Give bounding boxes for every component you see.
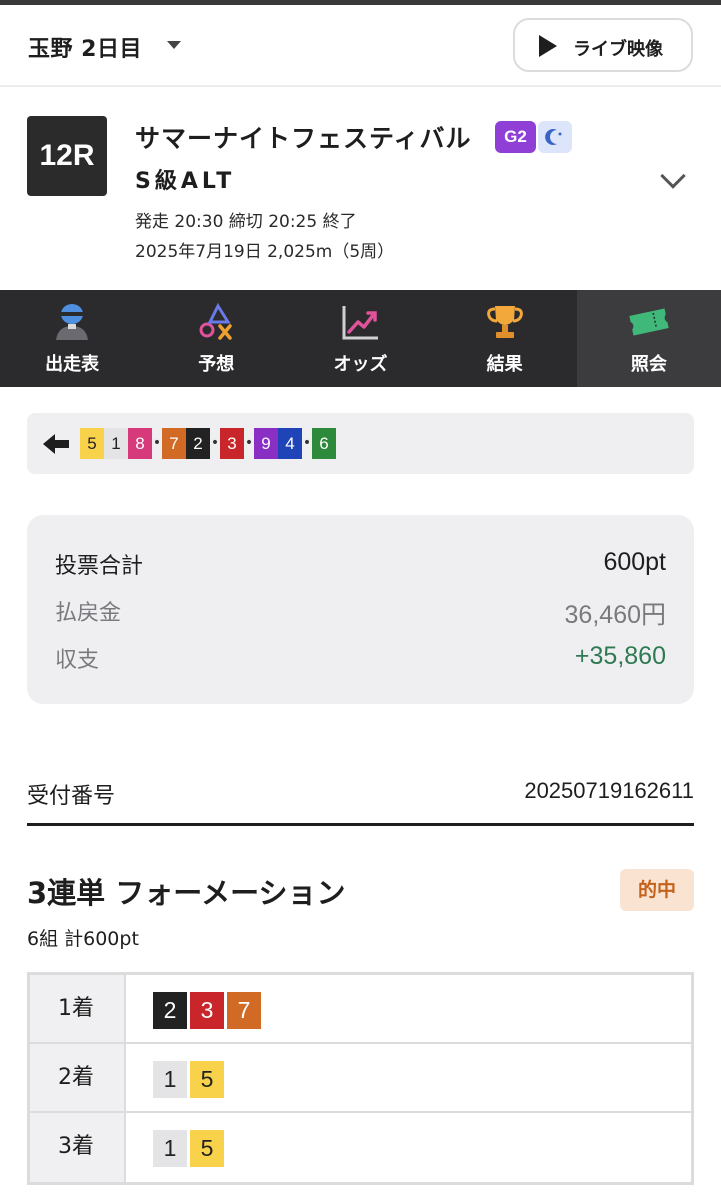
payout-row: 払戻金 36,460円: [55, 595, 666, 629]
pick-bike-number: 5: [190, 1130, 224, 1167]
pick-bike-number: 2: [153, 992, 187, 1029]
vote-total-row: 投票合計 600pt: [55, 548, 666, 579]
finish-order-bike-number: 6: [312, 428, 336, 459]
racer-icon: [56, 304, 89, 340]
tab-result[interactable]: 結果: [433, 290, 577, 387]
separator-dot: •: [210, 435, 220, 451]
tab-odds[interactable]: オッズ: [288, 290, 432, 387]
finish-order-bike-number: 3: [220, 428, 244, 459]
tab-inquiry[interactable]: 照会: [576, 290, 721, 387]
finish-order-sequence: 5 1 8 • 7 2 • 3 • 9 4 • 6: [80, 428, 336, 459]
finish-order-strip: 5 1 8 • 7 2 • 3 • 9 4 • 6: [27, 413, 694, 474]
bet-combination-summary: 6組 計600pt: [27, 928, 139, 950]
pick-bike-number: 5: [190, 1061, 224, 1098]
race-number: 12R: [27, 116, 107, 196]
receipt-number-value: 20250719162611: [524, 778, 694, 803]
live-video-button[interactable]: ライブ映像: [513, 18, 693, 72]
vote-total-label: 投票合計: [55, 554, 144, 579]
finish-order-bike-number: 2: [186, 428, 210, 459]
hit-status-badge: 的中: [620, 869, 694, 911]
payout-summary-card: 投票合計 600pt 払戻金 36,460円 収支 +35,860: [27, 515, 694, 704]
trophy-icon: [486, 306, 523, 338]
bet-type-title: 3連単 フォーメーション: [27, 876, 346, 910]
balance-row: 収支 +35,860: [55, 642, 666, 673]
receipt-number-row: 受付番号 20250719162611: [27, 774, 694, 826]
grade-badge: G2: [495, 121, 536, 153]
formation-position-label: 3着: [30, 1113, 126, 1182]
ticket-icon: [629, 308, 669, 336]
race-schedule: 発走 20:30 締切 20:25 終了: [135, 212, 357, 232]
balance-label: 収支: [55, 648, 100, 673]
tab-odds-label: オッズ: [333, 354, 388, 375]
formation-position-label: 1着: [30, 975, 126, 1042]
play-icon: [539, 35, 557, 57]
race-info: 12R サマーナイトフェスティバル G2 S級ALT 発走 20:30 締切 2…: [0, 89, 721, 289]
tab-prediction-label: 予想: [198, 354, 235, 375]
arrow-left-icon: [43, 434, 69, 454]
separator-dot: •: [302, 435, 312, 451]
prediction-icon: [199, 302, 233, 340]
pick-bike-number: 3: [190, 992, 224, 1029]
pick-bike-number: 7: [227, 992, 261, 1029]
finish-order-bike-number: 9: [254, 428, 278, 459]
pick-bike-number: 1: [153, 1061, 187, 1098]
formation-row: 1着 2 3 7: [30, 975, 691, 1044]
formation-table: 1着 2 3 7 2着 1 5 3着 1 5: [27, 972, 694, 1185]
live-video-label: ライブ映像: [573, 39, 663, 60]
odds-chart-icon: [342, 306, 379, 340]
formation-picks: 15: [153, 1061, 224, 1098]
formation-picks: 15: [153, 1130, 224, 1167]
formation-picks: 237: [153, 992, 261, 1029]
separator-dot: •: [244, 435, 254, 451]
race-class: S級ALT: [135, 169, 236, 194]
finish-order-bike-number: 8: [128, 428, 152, 459]
race-tab-bar: 出走表 予想 オッズ 結果 照会: [0, 290, 721, 387]
payout-value: 36,460円: [564, 601, 666, 629]
venue-selector[interactable]: 玉野 2日目: [28, 31, 142, 63]
race-date-distance: 2025年7月19日 2,025m（5周）: [135, 242, 395, 262]
venue-header: 玉野 2日目 ライブ映像: [0, 5, 721, 87]
chevron-down-icon[interactable]: [660, 163, 686, 189]
finish-order-bike-number: 4: [278, 428, 302, 459]
tab-entries[interactable]: 出走表: [0, 290, 144, 387]
separator-dot: •: [152, 435, 162, 451]
finish-order-bike-number: 5: [80, 428, 104, 459]
finish-order-bike-number: 7: [162, 428, 186, 459]
moon-star-icon: [538, 121, 572, 153]
tab-prediction[interactable]: 予想: [144, 290, 288, 387]
tab-result-label: 結果: [486, 354, 523, 375]
tab-inquiry-label: 照会: [630, 354, 667, 375]
tab-entries-label: 出走表: [45, 354, 100, 375]
payout-label: 払戻金: [55, 601, 122, 626]
receipt-number-label: 受付番号: [27, 784, 116, 809]
formation-row: 3着 1 5: [30, 1113, 691, 1182]
balance-value: +35,860: [574, 642, 666, 670]
finish-order-bike-number: 1: [104, 428, 128, 459]
formation-position-label: 2着: [30, 1044, 126, 1111]
race-name: サマーナイトフェスティバル: [135, 124, 472, 153]
formation-row: 2着 1 5: [30, 1044, 691, 1113]
vote-total-value: 600pt: [603, 548, 666, 576]
caret-down-icon[interactable]: [167, 41, 181, 49]
pick-bike-number: 1: [153, 1130, 187, 1167]
